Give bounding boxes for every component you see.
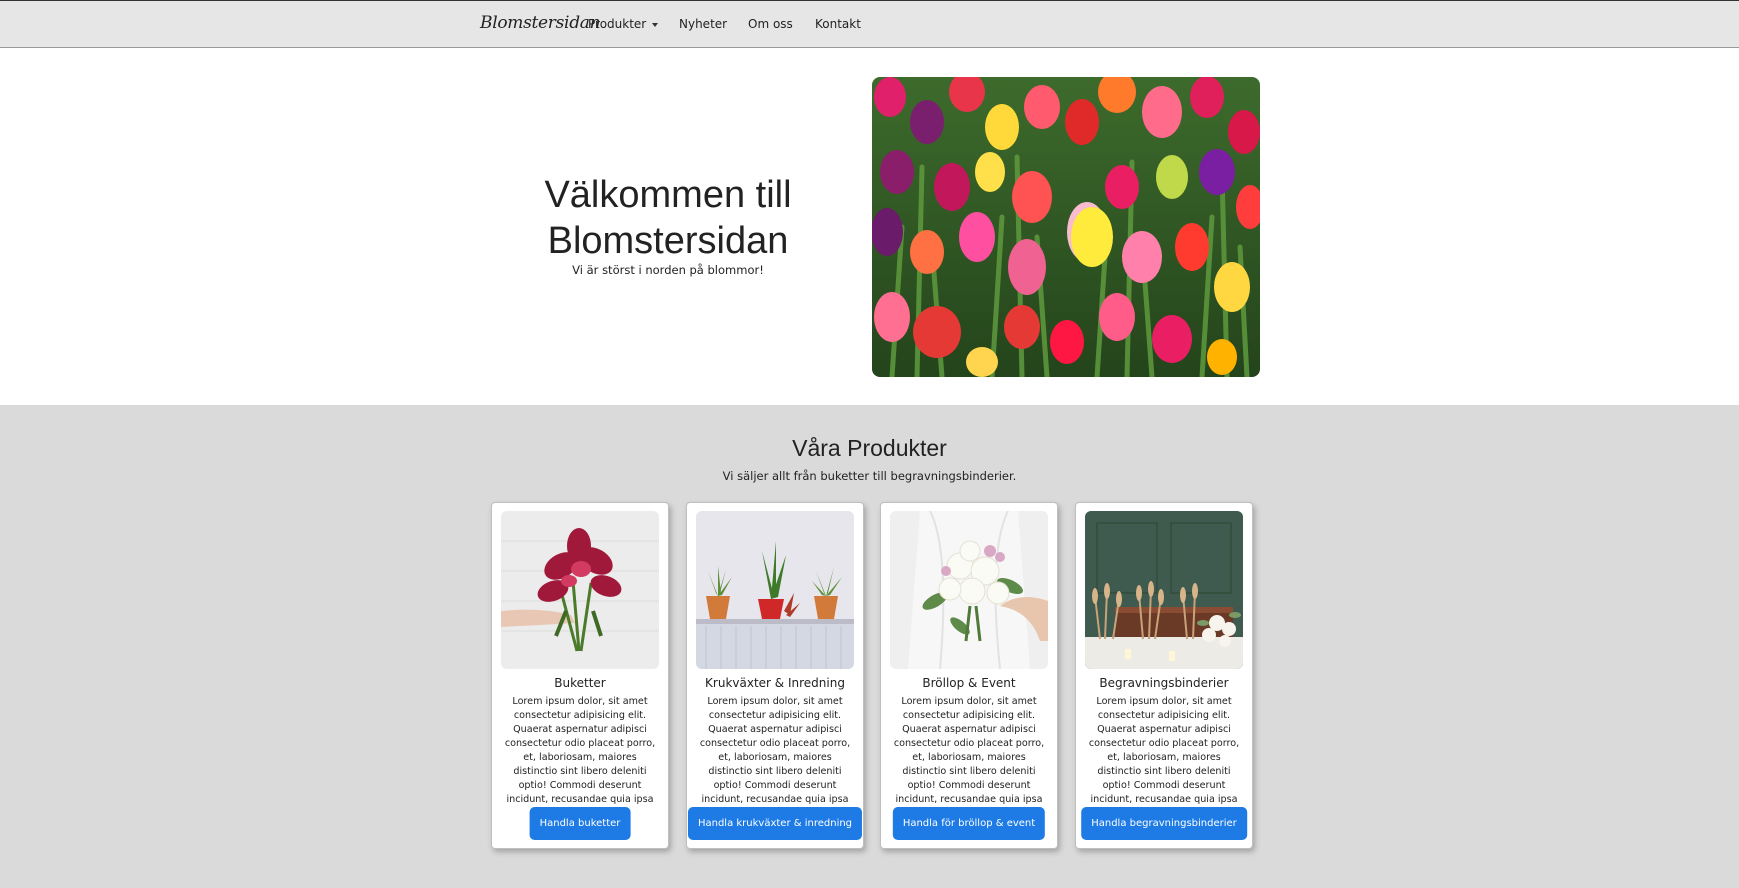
card-title: Begravningsbinderier: [1099, 676, 1229, 690]
card-text: Lorem ipsum dolor, sit amet consectetur …: [1088, 696, 1240, 819]
card-text: Lorem ipsum dolor, sit amet consectetur …: [504, 696, 656, 819]
wedding-bouquet-image: [890, 511, 1048, 669]
shop-begravning-button[interactable]: Handla begravningsbinderier: [1081, 807, 1247, 840]
product-card-buketter: Buketter Lorem ipsum dolor, sit amet con…: [491, 502, 669, 849]
nav-item-kontakt[interactable]: Kontakt: [815, 17, 861, 31]
hero-tulips-image: [872, 77, 1260, 377]
shop-buketter-button[interactable]: Handla buketter: [529, 807, 631, 840]
product-card-brollop: Bröllop & Event Lorem ipsum dolor, sit a…: [880, 502, 1058, 849]
card-text: Lorem ipsum dolor, sit amet consectetur …: [893, 696, 1045, 819]
card-text: Lorem ipsum dolor, sit amet consectetur …: [699, 696, 851, 819]
caret-down-icon: [652, 22, 659, 27]
card-title: Bröllop & Event: [922, 676, 1016, 690]
card-title: Buketter: [554, 676, 606, 690]
funeral-arrangement-image: [1085, 511, 1243, 669]
products-title: Våra Produkter: [792, 435, 947, 461]
brand-logo[interactable]: Blomstersidan: [480, 13, 601, 33]
potted-plants-image: [696, 511, 854, 669]
hero-subtitle: Vi är störst i norden på blommor!: [572, 263, 764, 277]
card-title: Krukväxter & Inredning: [705, 676, 845, 690]
product-card-begravning: Begravningsbinderier Lorem ipsum dolor, …: [1075, 502, 1253, 849]
nav-item-om-oss[interactable]: Om oss: [748, 17, 793, 31]
hero-title-line: Välkommen till: [544, 174, 792, 216]
bouquet-image: [501, 511, 659, 669]
product-card-krukvaxter: Krukväxter & Inredning Lorem ipsum dolor…: [686, 502, 864, 849]
products-section: Våra Produkter Vi säljer allt från buket…: [0, 405, 1739, 888]
nav-item-label: Produkter: [588, 17, 647, 31]
shop-krukvaxter-button[interactable]: Handla krukväxter & inredning: [687, 807, 863, 840]
nav-item-produkter[interactable]: Produkter: [588, 17, 659, 31]
products-subtitle: Vi säljer allt från buketter till begrav…: [722, 469, 1017, 483]
nav-item-nyheter[interactable]: Nyheter: [679, 17, 727, 31]
hero-title-line: Blomstersidan: [547, 220, 789, 262]
hero-title: Välkommen till Blomstersidan: [500, 172, 836, 264]
shop-brollop-button[interactable]: Handla för bröllop & event: [892, 807, 1046, 840]
navbar: Blomstersidan Produkter Nyheter Om oss K…: [0, 0, 1739, 48]
hero-section: Välkommen till Blomstersidan Vi är störs…: [0, 48, 1739, 405]
